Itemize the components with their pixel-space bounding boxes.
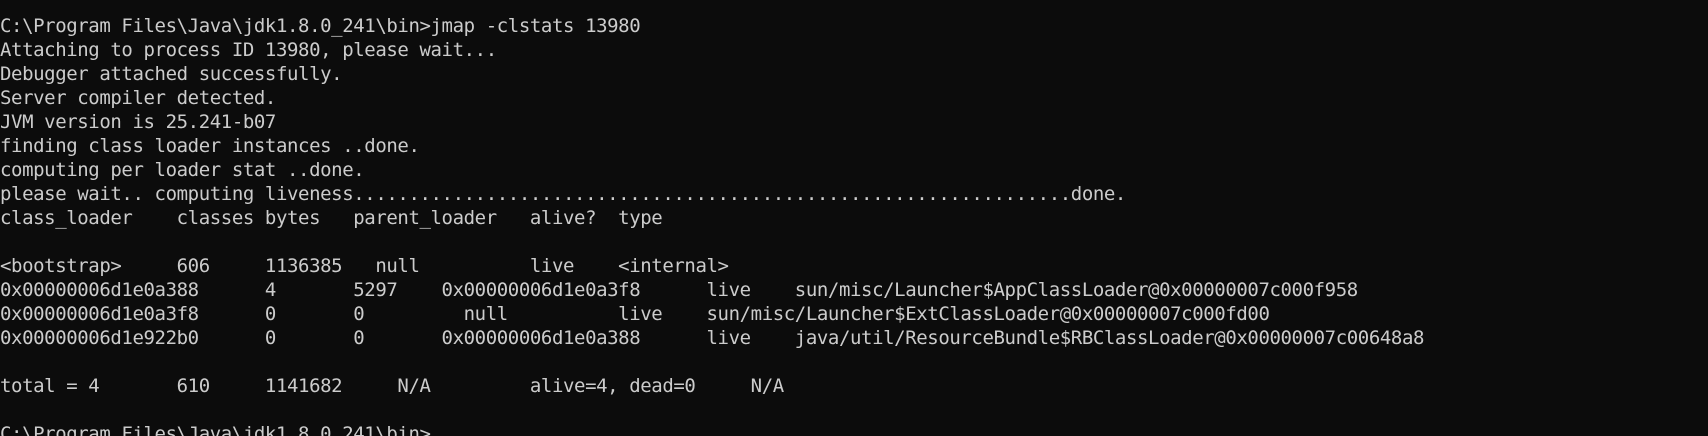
total-row: total = 4 610 1141682 N/A alive=4, dead=… xyxy=(0,375,784,397)
output-line-finding: finding class loader instances ..done. xyxy=(0,135,420,157)
table-row: 0x00000006d1e922b0 0 0 0x00000006d1e0a38… xyxy=(0,327,1425,349)
output-line-jvm-version: JVM version is 25.241-b07 xyxy=(0,111,276,133)
prompt-line[interactable]: C:\Program Files\Java\jdk1.8.0_241\bin> xyxy=(0,422,1708,436)
table-row: 0x00000006d1e0a3f8 0 0 null live sun/mis… xyxy=(0,303,1270,325)
table-header: class_loader classes bytes parent_loader… xyxy=(0,207,663,229)
output-line-debugger: Debugger attached successfully. xyxy=(0,63,343,85)
prompt-text: C:\Program Files\Java\jdk1.8.0_241\bin> xyxy=(0,423,431,436)
output-line-computing: computing per loader stat ..done. xyxy=(0,159,365,181)
table-row: 0x00000006d1e0a388 4 5297 0x00000006d1e0… xyxy=(0,279,1358,301)
terminal-window[interactable]: C:\Program Files\Java\jdk1.8.0_241\bin>j… xyxy=(0,0,1708,436)
output-line-attaching: Attaching to process ID 13980, please wa… xyxy=(0,39,497,61)
output-line-liveness: please wait.. computing liveness........… xyxy=(0,183,1126,205)
table-row: <bootstrap> 606 1136385 null live <inter… xyxy=(0,255,729,277)
output-line-compiler: Server compiler detected. xyxy=(0,87,276,109)
command-line: C:\Program Files\Java\jdk1.8.0_241\bin>j… xyxy=(0,15,641,37)
